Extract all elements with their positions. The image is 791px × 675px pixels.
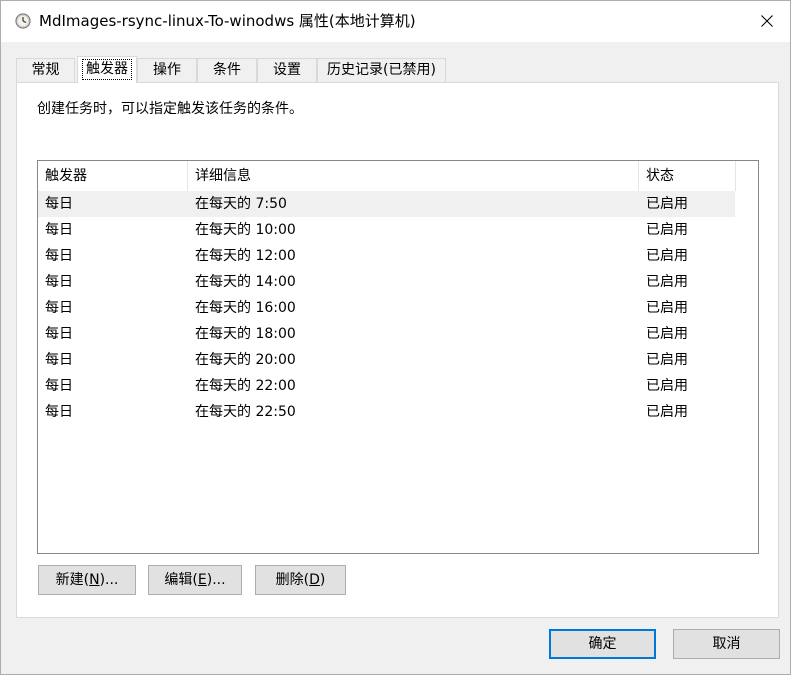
panel-description: 创建任务时，可以指定触发该任务的条件。 bbox=[37, 101, 303, 117]
delete-trigger-button[interactable]: 删除(D) bbox=[255, 565, 346, 595]
status-cell: 已启用 bbox=[646, 196, 688, 212]
trigger-cell: 每日 bbox=[45, 196, 73, 212]
table-row[interactable]: 每日 在每天的 18:00 已启用 bbox=[38, 321, 758, 347]
new-trigger-button[interactable]: 新建(N)... bbox=[38, 565, 136, 595]
trigger-cell: 每日 bbox=[45, 222, 73, 238]
properties-dialog: MdImages-rsync-linux-To-winodws 属性(本地计算机… bbox=[0, 0, 791, 675]
close-button[interactable] bbox=[744, 1, 790, 42]
close-icon bbox=[761, 12, 773, 31]
triggers-panel: 创建任务时，可以指定触发该任务的条件。 触发器 详细信息 状态 每日 在每天的 … bbox=[16, 82, 779, 618]
tab-conditions[interactable]: 条件 bbox=[197, 58, 257, 82]
status-cell: 已启用 bbox=[646, 300, 688, 316]
trigger-cell: 每日 bbox=[45, 404, 73, 420]
details-cell: 在每天的 12:00 bbox=[195, 248, 296, 264]
trigger-cell: 每日 bbox=[45, 352, 73, 368]
trigger-cell: 每日 bbox=[45, 300, 73, 316]
cancel-button[interactable]: 取消 bbox=[673, 629, 780, 659]
details-cell: 在每天的 22:00 bbox=[195, 378, 296, 394]
table-row[interactable]: 每日 在每天的 16:00 已启用 bbox=[38, 295, 758, 321]
window-title: MdImages-rsync-linux-To-winodws 属性(本地计算机… bbox=[39, 12, 416, 30]
list-header: 触发器 详细信息 状态 bbox=[38, 161, 758, 191]
tab-strip: 常规 触发器 操作 条件 设置 历史记录(已禁用) bbox=[16, 56, 776, 83]
edit-trigger-button[interactable]: 编辑(E)... bbox=[148, 565, 242, 595]
tab-history[interactable]: 历史记录(已禁用) bbox=[317, 58, 446, 82]
details-cell: 在每天的 10:00 bbox=[195, 222, 296, 238]
details-cell: 在每天的 20:00 bbox=[195, 352, 296, 368]
table-row[interactable]: 每日 在每天的 20:00 已启用 bbox=[38, 347, 758, 373]
triggers-list[interactable]: 触发器 详细信息 状态 每日 在每天的 7:50 已启用 每日 在每天的 10:… bbox=[37, 160, 759, 554]
details-cell: 在每天的 22:50 bbox=[195, 404, 296, 420]
status-cell: 已启用 bbox=[646, 352, 688, 368]
table-row[interactable]: 每日 在每天的 10:00 已启用 bbox=[38, 217, 758, 243]
tab-actions[interactable]: 操作 bbox=[137, 58, 197, 82]
status-cell: 已启用 bbox=[646, 248, 688, 264]
ok-button[interactable]: 确定 bbox=[549, 629, 656, 659]
status-cell: 已启用 bbox=[646, 222, 688, 238]
tab-settings[interactable]: 设置 bbox=[257, 58, 317, 82]
table-row[interactable]: 每日 在每天的 22:00 已启用 bbox=[38, 373, 758, 399]
tab-triggers[interactable]: 触发器 bbox=[77, 56, 137, 83]
trigger-cell: 每日 bbox=[45, 378, 73, 394]
column-header-trigger[interactable]: 触发器 bbox=[38, 161, 188, 191]
details-cell: 在每天的 7:50 bbox=[195, 196, 287, 212]
table-row[interactable]: 每日 在每天的 14:00 已启用 bbox=[38, 269, 758, 295]
table-row[interactable]: 每日 在每天的 22:50 已启用 bbox=[38, 399, 758, 425]
trigger-cell: 每日 bbox=[45, 326, 73, 342]
table-row[interactable]: 每日 在每天的 12:00 已启用 bbox=[38, 243, 758, 269]
status-cell: 已启用 bbox=[646, 404, 688, 420]
status-cell: 已启用 bbox=[646, 326, 688, 342]
status-cell: 已启用 bbox=[646, 378, 688, 394]
clock-icon bbox=[15, 13, 31, 29]
trigger-cell: 每日 bbox=[45, 274, 73, 290]
details-cell: 在每天的 18:00 bbox=[195, 326, 296, 342]
details-cell: 在每天的 16:00 bbox=[195, 300, 296, 316]
table-row[interactable]: 每日 在每天的 7:50 已启用 bbox=[38, 191, 735, 217]
details-cell: 在每天的 14:00 bbox=[195, 274, 296, 290]
status-cell: 已启用 bbox=[646, 274, 688, 290]
tab-general[interactable]: 常规 bbox=[16, 58, 75, 82]
column-header-status[interactable]: 状态 bbox=[639, 161, 736, 191]
trigger-cell: 每日 bbox=[45, 248, 73, 264]
column-header-details[interactable]: 详细信息 bbox=[188, 161, 639, 191]
title-bar[interactable]: MdImages-rsync-linux-To-winodws 属性(本地计算机… bbox=[1, 1, 790, 42]
